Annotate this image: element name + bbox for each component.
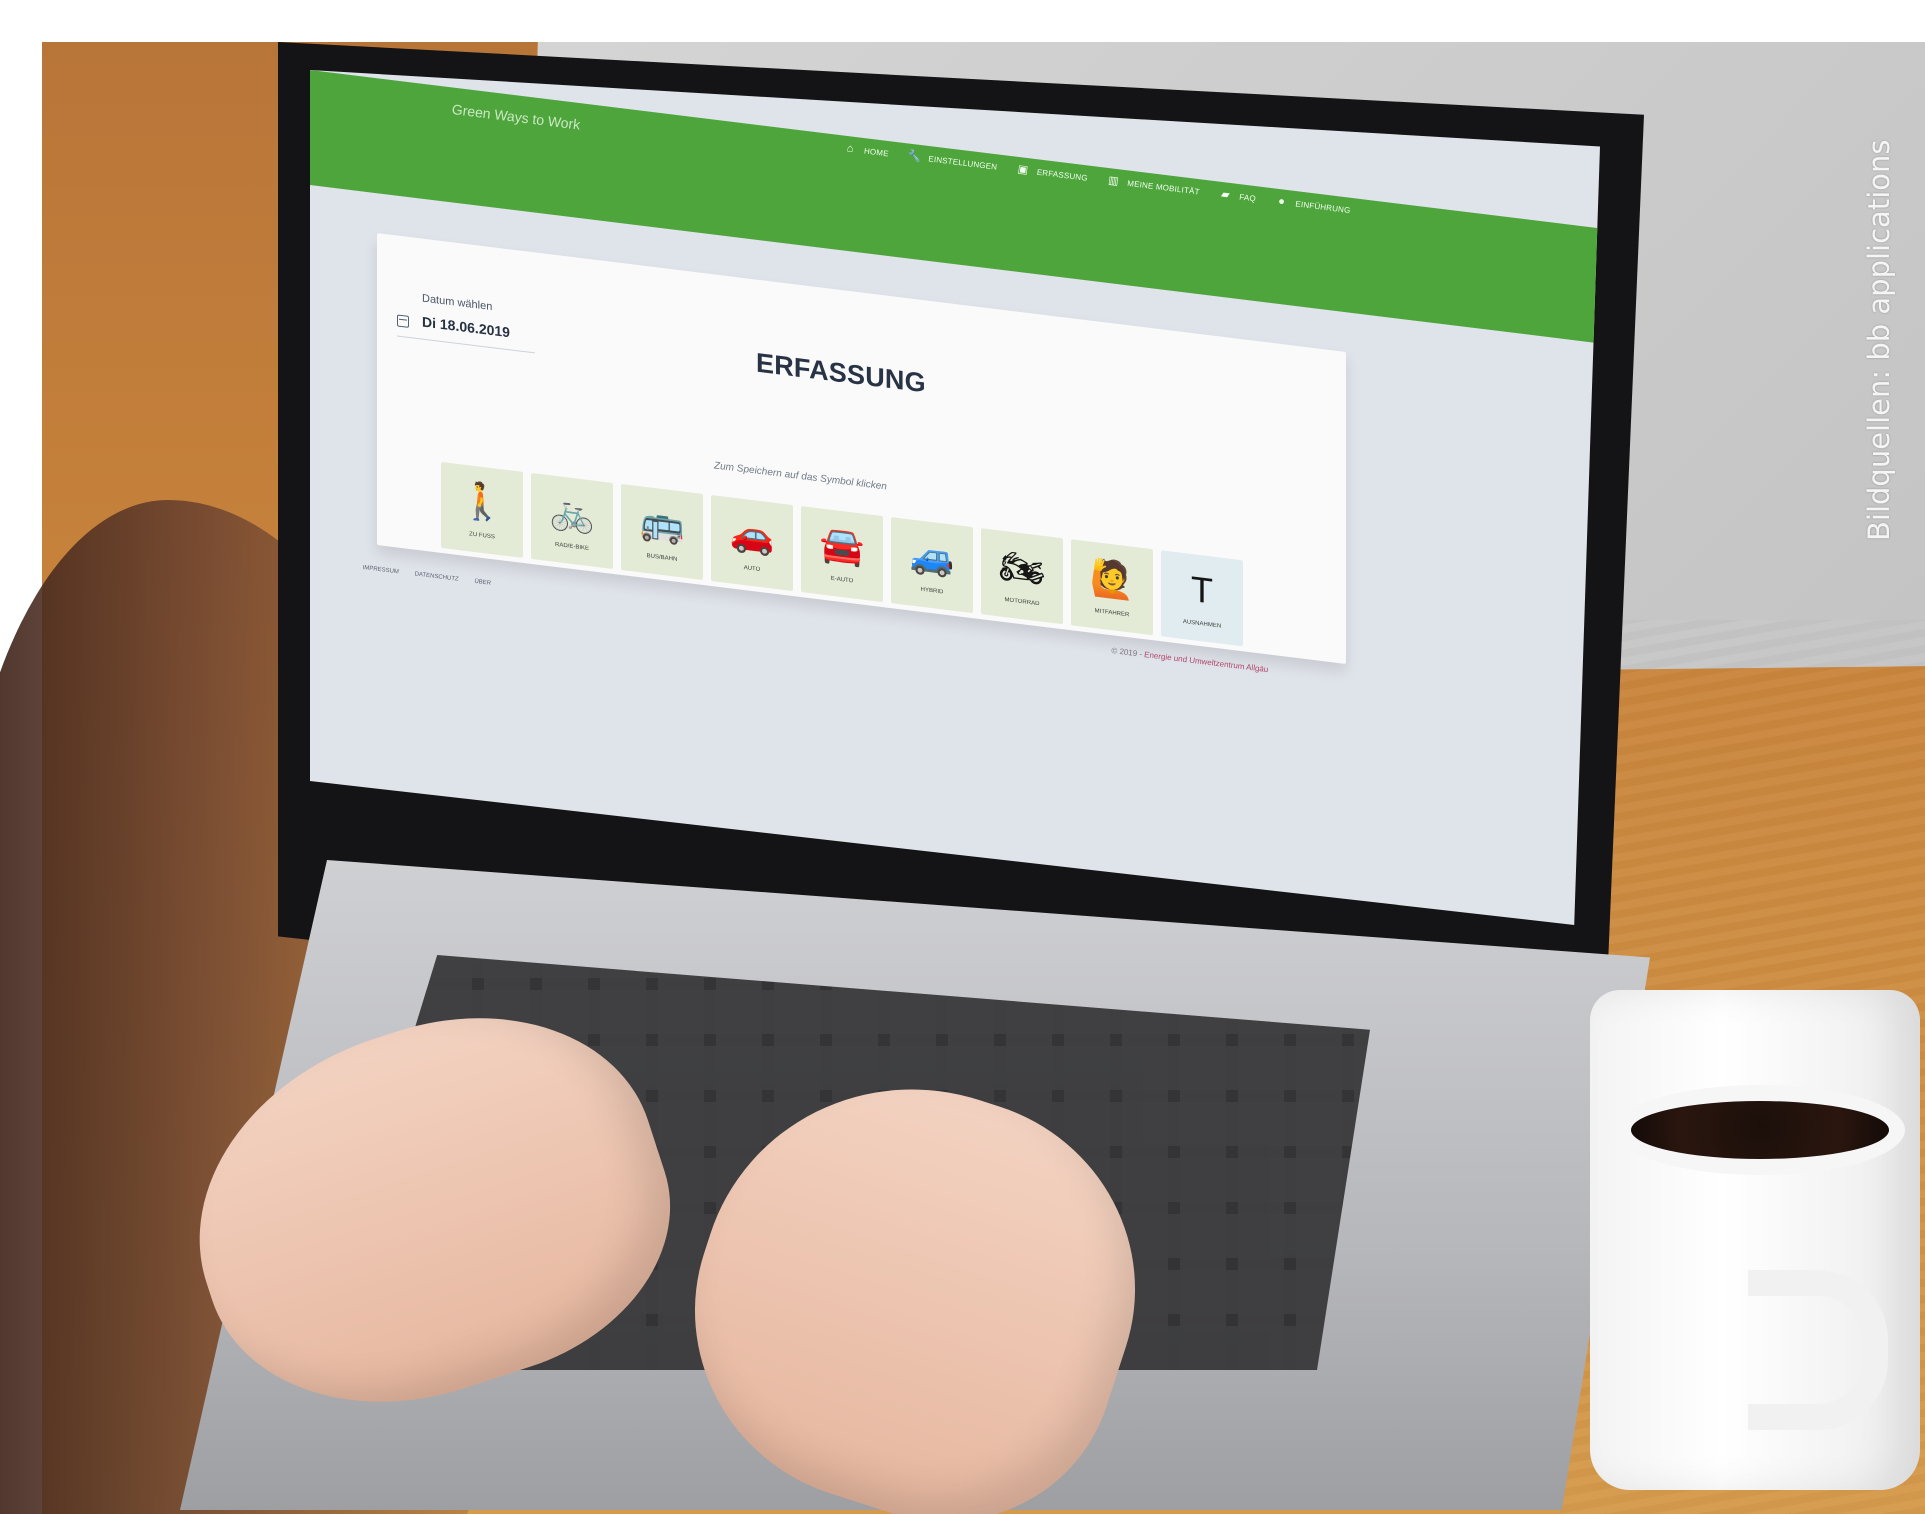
mode-label: AUTO: [743, 565, 761, 574]
date-underline: [397, 335, 535, 354]
top-white-strip: [0, 0, 1925, 42]
bike-icon: 🚲: [549, 489, 595, 536]
copyright-prefix: © 2019 -: [1110, 646, 1145, 659]
mode-label: E-AUTO: [830, 575, 854, 585]
save-hint: Zum Speichern auf das Symbol klicken: [714, 460, 887, 493]
walk-icon: 🚶: [459, 478, 505, 525]
mode-label: HYBRID: [920, 586, 944, 596]
exception-icon: T: [1191, 567, 1213, 612]
info-icon: ●: [1277, 194, 1286, 208]
nav-label-faq: FAQ: [1238, 192, 1257, 203]
mug-handle: [1748, 1270, 1888, 1430]
wrench-icon: 🔧: [906, 149, 923, 163]
mode-bike-button[interactable]: 🚲 RAD/E-BIKE: [531, 472, 613, 569]
car-icon: 🚗: [729, 511, 775, 558]
mode-exceptions-button[interactable]: T AUSNAHMEN: [1161, 550, 1243, 647]
bar-chart-icon: ▥: [1107, 173, 1120, 188]
image-credit: Bildquellen: bb applications: [1862, 139, 1896, 541]
calendar-icon: [397, 314, 409, 328]
mode-motorcycle-button[interactable]: 🏍 MOTORRAD: [981, 528, 1063, 625]
date-label: Datum wählen: [422, 292, 493, 314]
mode-label: AUSNAHMEN: [1182, 618, 1222, 630]
page-title: ERFASSUNG: [756, 347, 926, 399]
motorcycle-icon: 🏍: [999, 544, 1045, 592]
mode-label: MITFAHRER: [1094, 608, 1130, 619]
hitchhiker-icon: 🙋: [1089, 555, 1135, 602]
mode-bus-button[interactable]: 🚌 BUS/BAHN: [621, 483, 703, 581]
calendar-icon: ▣: [1017, 162, 1030, 177]
mode-label: MOTORRAD: [1004, 597, 1040, 608]
date-value: Di 18.06.2019: [422, 313, 510, 341]
copyright-organization[interactable]: Energie und Umweltzentrum Allgäu: [1144, 650, 1269, 674]
mode-walk-button[interactable]: 🚶 ZU FUSS: [441, 461, 523, 558]
footer-links: IMPRESSUM DATENSCHUTZ ÜBER: [362, 565, 491, 587]
mode-label: ZU FUSS: [469, 531, 495, 541]
capture-card: Datum wählen Di 18.06.2019 ERFASSUNG Zum…: [377, 233, 1346, 664]
date-picker[interactable]: Datum wählen Di 18.06.2019: [397, 289, 535, 360]
footer-link-imprint[interactable]: IMPRESSUM: [362, 565, 399, 575]
coffee-surface: [1615, 1085, 1905, 1175]
footer-link-privacy[interactable]: DATENSCHUTZ: [414, 571, 459, 582]
mode-electric-car-button[interactable]: 🚘 E-AUTO: [801, 506, 883, 603]
transport-modes: 🚶 ZU FUSS 🚲 RAD/E-BIKE 🚌 BUS/BAHN 🚗 AUTO…: [441, 461, 1243, 647]
electric-car-icon: 🚘: [819, 522, 865, 569]
chat-icon: ▰: [1220, 187, 1231, 201]
bus-icon: 🚌: [639, 500, 685, 547]
mode-passenger-button[interactable]: 🙋 MITFAHRER: [1071, 539, 1153, 636]
mode-hybrid-button[interactable]: 🚙 HYBRID: [891, 517, 973, 614]
mode-label: RAD/E-BIKE: [554, 541, 589, 553]
mode-car-button[interactable]: 🚗 AUTO: [711, 495, 793, 592]
mode-label: BUS/BAHN: [646, 553, 678, 563]
photo-scene: Green Ways to Work ⌂ Home 🔧 Einstellunge…: [0, 0, 1925, 1514]
footer-link-about[interactable]: ÜBER: [474, 579, 491, 587]
home-icon: ⌂: [846, 141, 855, 155]
nav-label-home: Home: [863, 145, 890, 158]
hybrid-car-icon: 🚙: [909, 533, 955, 580]
